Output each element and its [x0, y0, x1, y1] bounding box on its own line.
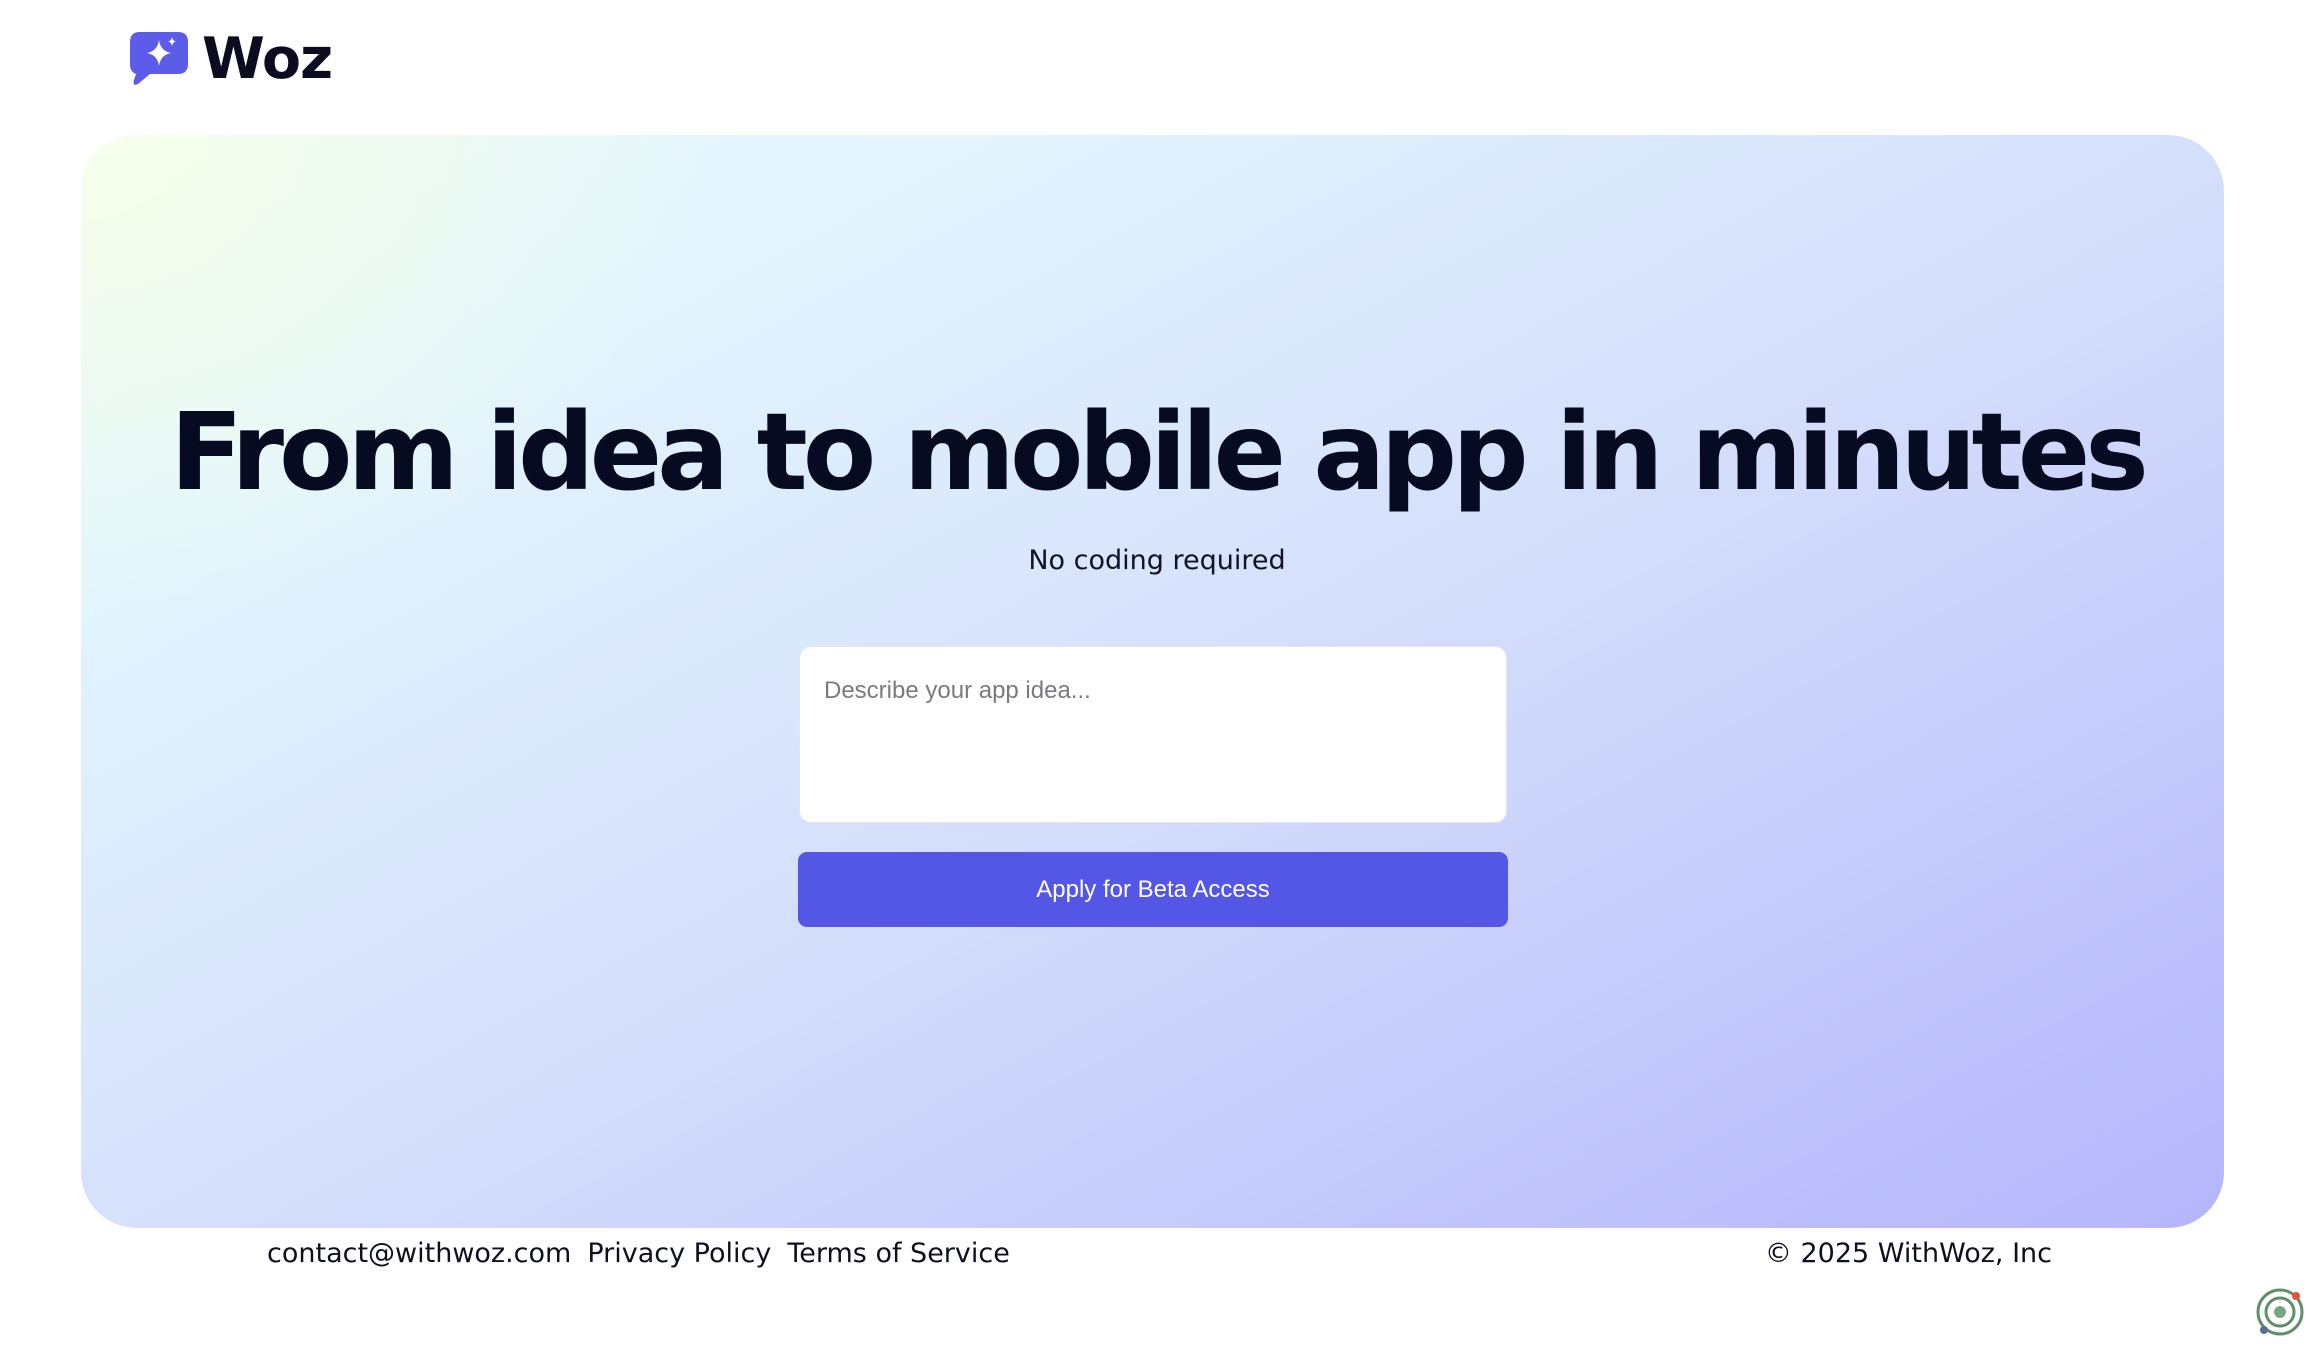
footer-links: contact@withwoz.com Privacy Policy Terms… [267, 1238, 1010, 1269]
brand-name: Woz [202, 25, 333, 92]
contact-email-link[interactable]: contact@withwoz.com [267, 1238, 571, 1269]
apply-beta-access-button[interactable]: Apply for Beta Access [798, 852, 1508, 927]
hero-subheadline: No coding required [1028, 545, 1286, 576]
chat-sparkle-icon [130, 32, 188, 85]
terms-of-service-link[interactable]: Terms of Service [787, 1238, 1010, 1269]
hero-headline: From idea to mobile app in minutes [170, 391, 2149, 515]
page: Woz From idea to mobile app in minutes N… [0, 0, 2314, 1348]
radar-widget-icon[interactable] [2254, 1286, 2306, 1338]
brand-logo-link[interactable]: Woz [128, 25, 333, 92]
app-idea-input[interactable] [799, 646, 1507, 823]
copyright-text: © 2025 WithWoz, Inc [1764, 1238, 2052, 1269]
privacy-policy-link[interactable]: Privacy Policy [587, 1238, 771, 1269]
